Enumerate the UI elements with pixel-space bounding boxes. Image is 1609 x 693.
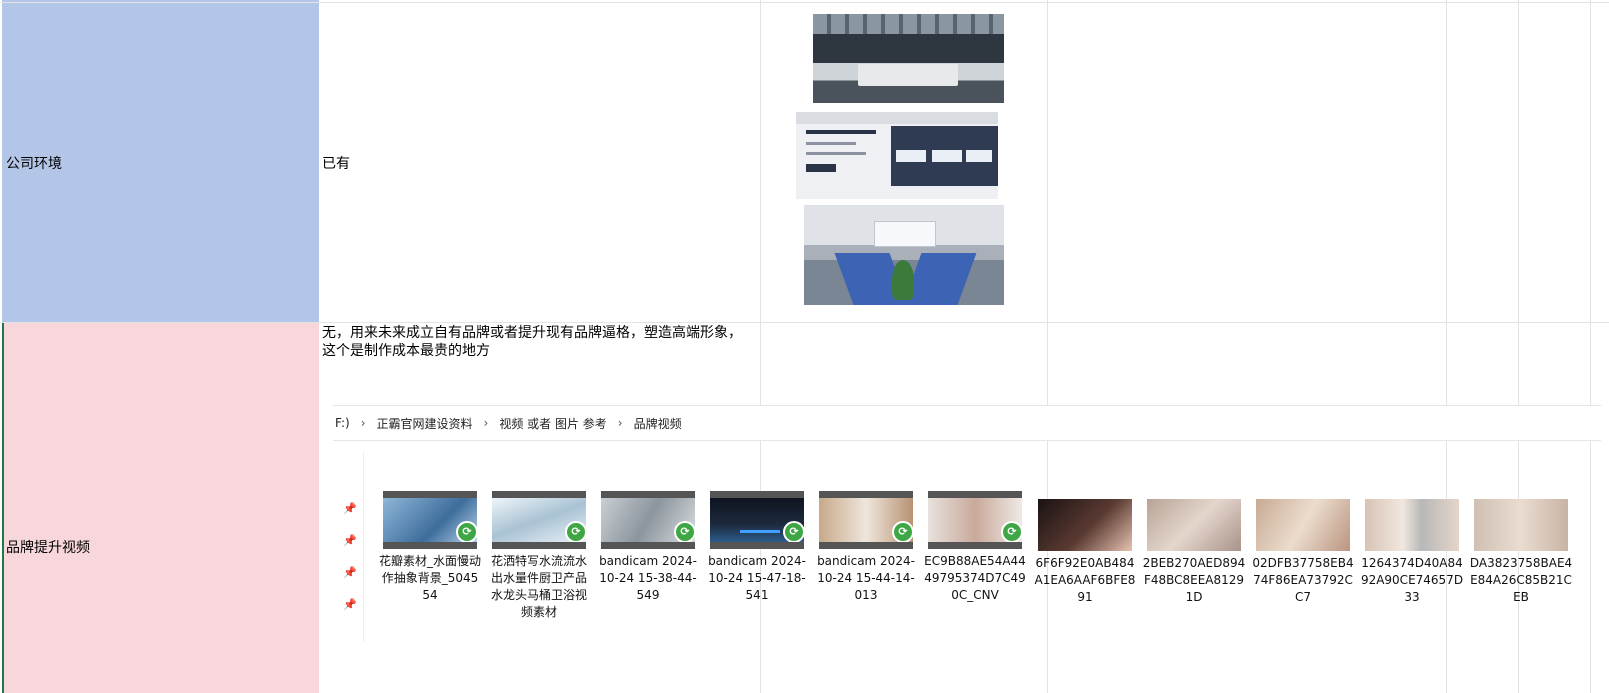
pin-icon[interactable]: 📌 (343, 598, 357, 611)
row2-label: 品牌提升视频 (6, 540, 90, 556)
file-name: 1264374D40A8492A90CE74657D33 (1360, 556, 1464, 604)
video-thumbnail: ⟳ (819, 491, 913, 549)
file-tile[interactable]: 6F6F92E0AB484A1EA6AAF6BFE891 (1033, 491, 1137, 606)
row1-value: 已有 (322, 156, 350, 172)
pin-icon[interactable]: 📌 (343, 502, 357, 515)
file-name: bandicam 2024-10-24 15-47-18-541 (708, 554, 806, 602)
chevron-right-icon: › (617, 416, 623, 430)
file-tile[interactable]: ⟳ 花瓣素材_水面慢动作抽象背景_504554 (378, 491, 482, 604)
row1-label: 公司环境 (6, 156, 62, 172)
sync-status-icon: ⟳ (1001, 521, 1022, 542)
file-name: bandicam 2024-10-24 15-44-14-013 (817, 554, 915, 602)
sync-status-icon: ⟳ (892, 521, 913, 542)
video-thumbnail: ⟳ (601, 491, 695, 549)
image-thumbnail (1474, 499, 1568, 551)
file-tile[interactable]: 1264374D40A8492A90CE74657D33 (1360, 491, 1464, 606)
conference-photo[interactable] (804, 205, 1004, 305)
row2-selection-border (2, 322, 4, 693)
video-thumbnail: ⟳ (710, 491, 804, 549)
image-thumbnail (1256, 499, 1350, 551)
image-thumbnail (1147, 499, 1241, 551)
breadcrumb-folder-1[interactable]: 正霸官网建设资料 (377, 415, 473, 432)
file-tile[interactable]: DA3823758BAE4E84A26C85B21CEB (1469, 491, 1573, 606)
row2-value: 无，用来未来成立自有品牌或者提升现有品牌逼格，塑造高端形象，这个是制作成本最贵的… (322, 325, 742, 359)
exhibition-wall-photo[interactable] (796, 112, 998, 199)
sync-status-icon: ⟳ (783, 521, 804, 542)
file-name: 花洒特写水流流水出水量件厨卫产品水龙头马桶卫浴视频素材 (490, 554, 587, 619)
file-tile[interactable]: ⟳ bandicam 2024-10-24 15-44-14-013 (814, 491, 918, 604)
breadcrumb-drive[interactable]: F:) (335, 416, 350, 430)
breadcrumb-folder-2[interactable]: 视频 或者 图片 参考 (499, 415, 606, 432)
file-name: 2BEB270AED894F48BC8EEA81291D (1142, 556, 1246, 604)
file-tile[interactable]: 2BEB270AED894F48BC8EEA81291D (1142, 491, 1246, 606)
row2-label-cell[interactable] (2, 322, 319, 693)
file-tile[interactable]: 02DFB37758EB474F86EA73792CC7 (1251, 491, 1355, 606)
file-name: 02DFB37758EB474F86EA73792CC7 (1252, 556, 1354, 604)
file-name: DA3823758BAE4E84A26C85B21CEB (1469, 556, 1573, 604)
sync-status-icon: ⟳ (674, 521, 695, 542)
breadcrumb-folder-3[interactable]: 品牌视频 (634, 415, 682, 432)
file-tile[interactable]: ⟳ 花洒特写水流流水出水量件厨卫产品水龙头马桶卫浴视频素材 (487, 491, 591, 621)
pin-icon[interactable]: 📌 (343, 566, 357, 579)
file-tile[interactable]: ⟳ bandicam 2024-10-24 15-38-44-549 (596, 491, 700, 604)
quick-access-pins: 📌 📌 📌 📌 (333, 452, 364, 642)
video-thumbnail: ⟳ (928, 491, 1022, 549)
file-name: EC9B88AE54A4449795374D7C490C_CNV (924, 554, 1026, 602)
image-thumbnail (1038, 499, 1132, 551)
chevron-right-icon: › (360, 416, 366, 430)
file-tile[interactable]: ⟳ EC9B88AE54A4449795374D7C490C_CNV (923, 491, 1027, 604)
chevron-right-icon: › (483, 416, 489, 430)
sync-status-icon: ⟳ (565, 521, 586, 542)
meeting-room-photo[interactable] (813, 14, 1004, 103)
video-thumbnail: ⟳ (383, 491, 477, 549)
file-tile[interactable]: ⟳ bandicam 2024-10-24 15-47-18-541 (705, 491, 809, 604)
pin-icon[interactable]: 📌 (343, 534, 357, 547)
breadcrumb: F:) › 正霸官网建设资料 › 视频 或者 图片 参考 › 品牌视频 (333, 405, 1601, 441)
file-name: 6F6F92E0AB484A1EA6AAF6BFE891 (1034, 556, 1136, 604)
file-name: 花瓣素材_水面慢动作抽象背景_504554 (378, 554, 481, 602)
video-thumbnail: ⟳ (492, 491, 586, 549)
file-name: bandicam 2024-10-24 15-38-44-549 (599, 554, 697, 602)
image-thumbnail (1365, 499, 1459, 551)
sync-status-icon: ⟳ (456, 521, 477, 542)
